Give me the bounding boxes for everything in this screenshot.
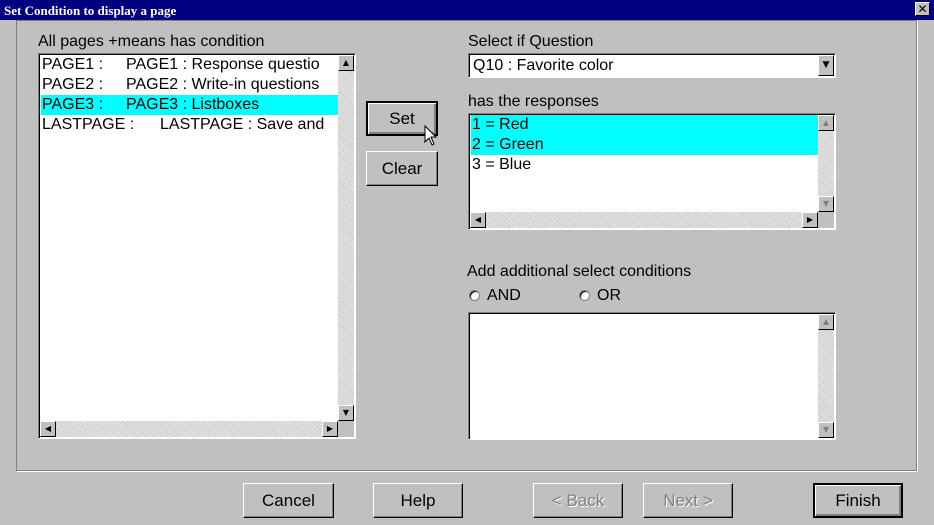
page-id: PAGE1 : (42, 56, 104, 73)
page-title: PAGE3 : Listboxes (126, 96, 260, 113)
response-item[interactable]: 3 = Blue (471, 155, 819, 175)
question-combobox[interactable]: Q10 : Favorite color ▼ (468, 53, 836, 78)
scroll-down-icon[interactable]: ▼ (818, 422, 834, 438)
scroll-left-icon[interactable]: ◀ (40, 421, 56, 437)
or-radio-label: OR (597, 287, 621, 304)
and-radio-label: AND (487, 287, 521, 304)
question-value: Q10 : Favorite color (473, 57, 614, 74)
help-button[interactable]: Help (373, 483, 463, 518)
scroll-up-icon[interactable]: ▲ (818, 115, 834, 131)
window-title: Set Condition to display a page (4, 3, 177, 18)
list-item[interactable]: PAGE2 : PAGE2 : Write-in questions (41, 75, 339, 95)
back-button[interactable]: < Back (533, 483, 623, 518)
responses-listbox[interactable]: 1 = Red 2 = Green 3 = Blue ▲ ▼ ◀ ▶ (468, 113, 836, 230)
mouse-pointer-icon (424, 125, 438, 146)
close-button[interactable]: ✕ (915, 2, 930, 16)
scroll-up-icon[interactable]: ▲ (818, 314, 834, 330)
question-label: Select if Question (468, 33, 594, 50)
page-id: LASTPAGE : (42, 116, 135, 133)
response-item[interactable]: 2 = Green (471, 135, 819, 155)
list-item[interactable]: PAGE1 : PAGE1 : Response questio (41, 55, 339, 75)
pages-listbox[interactable]: PAGE1 : PAGE1 : Response questio PAGE2 : PA… (38, 53, 356, 439)
scroll-corner (338, 421, 354, 437)
scroll-down-icon[interactable]: ▼ (818, 196, 834, 212)
pages-list-label: All pages +means has condition (38, 33, 265, 50)
responses-horizontal-scrollbar[interactable]: ◀ ▶ (470, 212, 818, 228)
responses-label: has the responses (468, 93, 599, 110)
pages-vertical-scrollbar[interactable]: ▲ ▼ (338, 55, 354, 421)
cancel-button[interactable]: Cancel (243, 483, 334, 518)
list-item[interactable]: PAGE3 : PAGE3 : Listboxes (41, 95, 339, 115)
clear-button[interactable]: Clear (366, 151, 438, 186)
finish-button[interactable]: Finish (813, 483, 903, 518)
scroll-down-icon[interactable]: ▼ (338, 405, 354, 421)
pages-horizontal-scrollbar[interactable]: ◀ ▶ (40, 421, 338, 437)
next-button[interactable]: Next > (643, 483, 733, 518)
response-item[interactable]: 1 = Red (471, 115, 819, 135)
scroll-up-icon[interactable]: ▲ (338, 55, 354, 71)
or-radio[interactable] (579, 290, 590, 301)
page-title: PAGE1 : Response questio (126, 56, 320, 73)
additional-vertical-scrollbar[interactable]: ▲ ▼ (818, 314, 834, 438)
additional-conditions-box[interactable]: ▲ ▼ (468, 312, 836, 440)
responses-vertical-scrollbar[interactable]: ▲ ▼ (818, 115, 834, 212)
list-item[interactable]: LASTPAGE : LASTPAGE : Save and (41, 115, 339, 135)
scroll-left-icon[interactable]: ◀ (470, 212, 486, 228)
title-bar: Set Condition to display a page ✕ (0, 0, 934, 20)
and-radio[interactable] (469, 290, 480, 301)
page-title: LASTPAGE : Save and (160, 116, 325, 133)
page-id: PAGE3 : (42, 96, 104, 113)
page-title: PAGE2 : Write-in questions (126, 76, 320, 93)
scroll-right-icon[interactable]: ▶ (802, 212, 818, 228)
scroll-corner (818, 212, 834, 228)
page-id: PAGE2 : (42, 76, 104, 93)
scroll-right-icon[interactable]: ▶ (322, 421, 338, 437)
additional-conditions-label: Add additional select conditions (467, 263, 692, 280)
chevron-down-icon[interactable]: ▼ (818, 55, 834, 76)
